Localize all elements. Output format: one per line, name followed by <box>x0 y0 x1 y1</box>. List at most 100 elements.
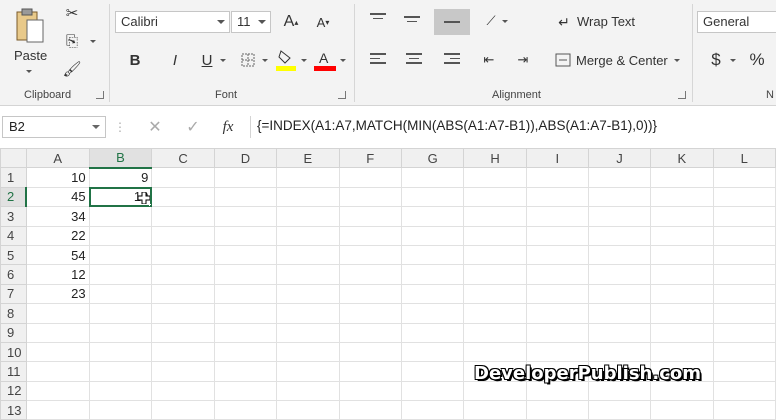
cell[interactable] <box>213 341 278 363</box>
cell[interactable] <box>525 186 589 208</box>
cell[interactable] <box>463 322 527 343</box>
cell[interactable] <box>400 380 465 402</box>
italic-button[interactable]: I <box>166 50 184 70</box>
cell[interactable] <box>88 244 153 266</box>
cell[interactable] <box>25 380 90 402</box>
cell-A3[interactable]: 34 <box>25 206 90 227</box>
cell[interactable] <box>151 380 215 402</box>
row-header[interactable]: 12 <box>0 380 27 402</box>
column-header-L[interactable]: L <box>712 147 776 169</box>
cell[interactable] <box>25 400 90 420</box>
wrap-text-icon[interactable]: ↵ <box>554 12 574 32</box>
cell[interactable] <box>587 322 652 343</box>
cell-B1[interactable]: 9 <box>88 167 153 188</box>
cell[interactable] <box>712 341 776 363</box>
row-header[interactable]: 6 <box>0 264 27 285</box>
cell[interactable] <box>587 341 652 363</box>
cell[interactable] <box>587 225 652 246</box>
cell[interactable] <box>587 264 652 285</box>
cell[interactable] <box>400 244 465 266</box>
cell[interactable] <box>400 400 465 420</box>
cell[interactable] <box>151 186 215 208</box>
name-box[interactable]: B2 <box>2 116 106 138</box>
row-header[interactable]: 4 <box>0 225 27 246</box>
row-header[interactable]: 13 <box>0 400 27 420</box>
font-color-icon[interactable]: A <box>314 48 336 72</box>
cell[interactable] <box>712 400 776 420</box>
cell[interactable] <box>88 225 153 246</box>
cell[interactable] <box>276 341 340 363</box>
cell[interactable] <box>650 225 714 246</box>
percent-button[interactable]: % <box>748 50 766 70</box>
align-top-icon[interactable] <box>370 13 386 27</box>
cell[interactable] <box>213 303 278 324</box>
cell[interactable] <box>463 283 527 305</box>
cell[interactable] <box>400 264 465 285</box>
font-color-dropdown-icon[interactable] <box>340 59 346 62</box>
cell[interactable] <box>151 264 215 285</box>
cell[interactable] <box>712 186 776 208</box>
cell[interactable] <box>338 283 402 305</box>
row-header[interactable]: 10 <box>0 341 27 363</box>
cell[interactable] <box>276 361 340 382</box>
cell[interactable] <box>88 400 153 420</box>
cell[interactable] <box>400 225 465 246</box>
cell[interactable] <box>463 400 527 420</box>
column-header-J[interactable]: J <box>587 147 652 169</box>
cell[interactable] <box>338 186 402 208</box>
fill-color-dropdown-icon[interactable] <box>301 59 307 62</box>
cell-A1[interactable]: 10 <box>25 167 90 188</box>
cell[interactable] <box>712 322 776 343</box>
cell[interactable] <box>650 400 714 420</box>
cell[interactable] <box>213 322 278 343</box>
cell[interactable] <box>525 322 589 343</box>
merge-center-icon[interactable] <box>554 52 572 68</box>
cell-A7[interactable]: 23 <box>25 283 90 305</box>
column-header-E[interactable]: E <box>276 147 340 169</box>
cell[interactable] <box>276 283 340 305</box>
column-header-H[interactable]: H <box>463 147 527 169</box>
cell[interactable] <box>587 167 652 188</box>
font-launcher-icon[interactable] <box>338 91 346 99</box>
cell[interactable] <box>213 283 278 305</box>
cell[interactable] <box>276 303 340 324</box>
cell[interactable] <box>151 283 215 305</box>
cell[interactable] <box>338 303 402 324</box>
cell[interactable] <box>650 283 714 305</box>
cell[interactable] <box>400 283 465 305</box>
cell[interactable] <box>463 225 527 246</box>
increase-font-icon[interactable]: A ▴ <box>282 12 300 32</box>
cell[interactable] <box>88 283 153 305</box>
cell[interactable] <box>463 167 527 188</box>
cell[interactable] <box>213 244 278 266</box>
align-left-icon[interactable] <box>370 53 386 67</box>
paste-button[interactable] <box>10 4 50 48</box>
cell[interactable] <box>400 361 465 382</box>
cell[interactable] <box>25 322 90 343</box>
cancel-icon[interactable]: ✕ <box>146 118 164 136</box>
cell[interactable] <box>338 400 402 420</box>
number-format-combo[interactable]: General <box>697 11 776 33</box>
fill-color-icon[interactable] <box>276 48 296 72</box>
row-header[interactable]: 9 <box>0 322 27 343</box>
cell[interactable] <box>650 264 714 285</box>
cell[interactable] <box>400 167 465 188</box>
cell[interactable] <box>151 341 215 363</box>
cell-A5[interactable]: 54 <box>25 244 90 266</box>
cell[interactable] <box>213 167 278 188</box>
cell[interactable] <box>463 380 527 402</box>
cell[interactable] <box>712 361 776 382</box>
font-name-combo[interactable]: Calibri <box>115 11 230 33</box>
cell[interactable] <box>525 206 589 227</box>
cell[interactable] <box>463 186 527 208</box>
cell[interactable] <box>88 264 153 285</box>
cell[interactable] <box>151 303 215 324</box>
cell[interactable] <box>463 206 527 227</box>
clipboard-launcher-icon[interactable] <box>96 91 104 99</box>
cell[interactable] <box>213 186 278 208</box>
cell[interactable] <box>213 206 278 227</box>
cell[interactable] <box>650 186 714 208</box>
cell[interactable] <box>151 225 215 246</box>
cell[interactable] <box>587 206 652 227</box>
column-header-K[interactable]: K <box>650 147 714 169</box>
